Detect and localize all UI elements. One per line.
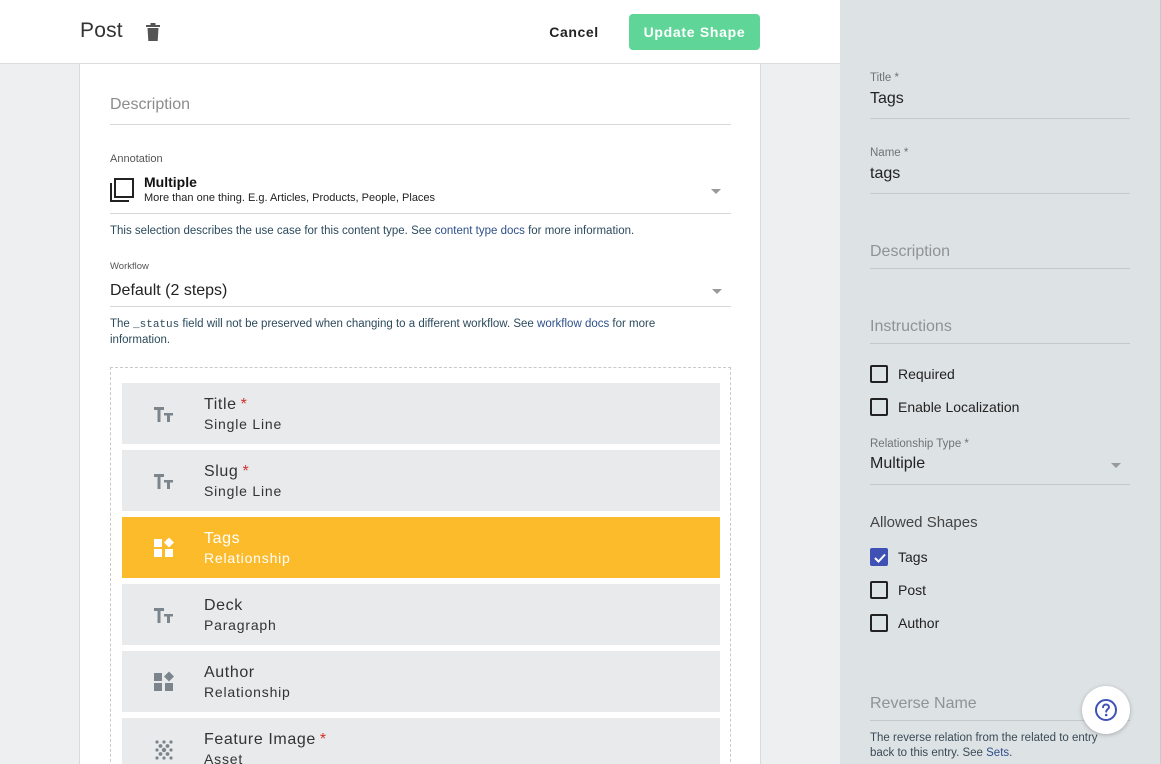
- title-input[interactable]: Tags: [870, 90, 1130, 119]
- chevron-down-icon: [711, 189, 721, 194]
- content-type-docs-link[interactable]: content type docs: [435, 225, 525, 237]
- sets-link[interactable]: Sets: [986, 747, 1009, 759]
- workflow-help: The _status field will not be preserved …: [110, 318, 656, 346]
- annotation-title: Multiple: [144, 174, 197, 190]
- description-input[interactable]: Description: [870, 243, 1130, 269]
- field-name: Slug *: [204, 463, 250, 480]
- workflow-select[interactable]: Default (2 steps): [110, 274, 731, 307]
- workflow-docs-link[interactable]: workflow docs: [537, 318, 609, 330]
- cancel-button[interactable]: Cancel: [538, 14, 610, 50]
- field-type: Asset: [204, 751, 244, 764]
- library-icon: [110, 178, 134, 202]
- help-button[interactable]: [1082, 686, 1130, 734]
- field-name: Feature Image *: [204, 731, 327, 748]
- field-row-deck[interactable]: Deck Paragraph: [122, 584, 720, 645]
- name-label: Name *: [870, 147, 909, 159]
- relationship-type-label: Relationship Type *: [870, 438, 969, 450]
- description-input[interactable]: Description: [110, 96, 731, 125]
- field-row-title[interactable]: Title * Single Line: [122, 383, 720, 444]
- update-shape-button[interactable]: Update Shape: [629, 14, 760, 50]
- annotation-subtitle: More than one thing. E.g. Articles, Prod…: [144, 192, 436, 204]
- checkbox-box[interactable]: [870, 581, 888, 599]
- text-format-icon: [154, 608, 173, 623]
- annotation-label: Annotation: [110, 153, 163, 165]
- field-type: Paragraph: [204, 617, 277, 633]
- checkbox-box[interactable]: [870, 365, 888, 383]
- help-circle-icon: [1095, 699, 1117, 721]
- instructions-input[interactable]: Instructions: [870, 318, 1130, 344]
- shape-editor-card: Description Annotation Multiple More tha…: [79, 64, 761, 764]
- field-type: Relationship: [204, 550, 291, 566]
- text-format-icon: [154, 474, 173, 489]
- annotation-select[interactable]: Multiple More than one thing. E.g. Artic…: [110, 170, 731, 214]
- checkbox-box[interactable]: [870, 614, 888, 632]
- text-format-icon: [154, 407, 173, 422]
- annotation-help: This selection describes the use case fo…: [110, 225, 635, 237]
- allowed-shapes-heading: Allowed Shapes: [870, 514, 978, 531]
- checkbox-checked[interactable]: [870, 548, 888, 566]
- field-row-feature-image[interactable]: Feature Image * Asset: [122, 718, 720, 764]
- name-input[interactable]: tags: [870, 165, 1130, 194]
- field-row-tags[interactable]: Tags Relationship: [122, 517, 720, 578]
- field-name: Author: [204, 664, 255, 681]
- relationship-type-select[interactable]: Multiple: [870, 455, 1130, 485]
- field-type: Relationship: [204, 684, 291, 700]
- checkbox-box[interactable]: [870, 398, 888, 416]
- workflow-label: Workflow: [110, 261, 149, 272]
- top-bar: Post Cancel Update Shape: [0, 0, 840, 64]
- widgets-icon: [154, 537, 174, 557]
- check-icon: [874, 553, 886, 563]
- field-type: Single Line: [204, 483, 283, 499]
- field-row-slug[interactable]: Slug * Single Line: [122, 450, 720, 511]
- chevron-down-icon: [1111, 463, 1121, 468]
- workflow-value: Default (2 steps): [110, 282, 228, 299]
- trash-icon[interactable]: [146, 23, 160, 41]
- field-name: Tags: [204, 530, 241, 547]
- field-type: Single Line: [204, 416, 283, 432]
- asset-dots-icon: [155, 740, 173, 760]
- field-name: Deck: [204, 597, 243, 614]
- field-row-author[interactable]: Author Relationship: [122, 651, 720, 712]
- field-name: Title *: [204, 396, 248, 413]
- widgets-icon: [154, 671, 174, 691]
- fields-dropzone: Title * Single Line Slug * Single Line Tag…: [110, 367, 731, 764]
- chevron-down-icon: [712, 289, 722, 294]
- description-placeholder: Description: [110, 96, 191, 113]
- field-settings-panel: Title * Tags Name * tags Description Ins…: [840, 0, 1161, 764]
- page-title: Post: [80, 19, 123, 42]
- reverse-name-help: The reverse relation from the related to…: [870, 732, 1098, 759]
- title-label: Title *: [870, 72, 899, 84]
